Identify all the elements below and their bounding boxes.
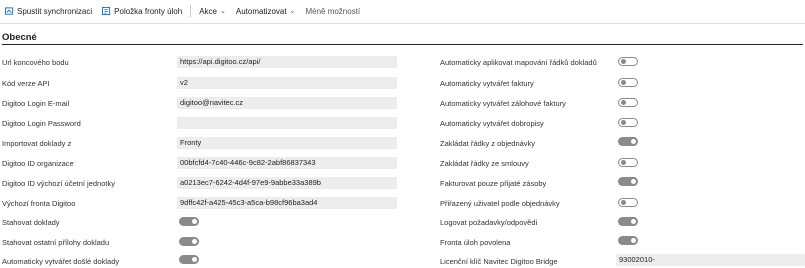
automate-menu[interactable]: Automatizovat ⌄ (231, 0, 301, 22)
assigned-user-by-order-toggle[interactable] (618, 198, 638, 207)
action-bar: Spustit synchronizaci Položka fronty úlo… (0, 0, 805, 22)
endpoint-url-label: Url koncového bodu (2, 58, 69, 67)
auto-create-docs-label: Automaticky vytvářet došlé doklady (2, 257, 120, 266)
toggle-knob (621, 59, 626, 64)
organization-id-field[interactable]: 00bfcfd4-7c40-446c-9c82-2abf86837343 (177, 157, 397, 169)
fewer-options-button[interactable]: Méně možností (300, 0, 365, 22)
toggle-knob (631, 179, 636, 184)
auto-create-docs-toggle[interactable] (179, 255, 199, 264)
license-key-field[interactable]: 93002010- (616, 254, 805, 266)
toggle-knob (621, 80, 626, 85)
toggle-knob (192, 239, 197, 244)
login-password-field[interactable] (177, 117, 397, 129)
toggle-knob (621, 200, 626, 205)
automate-menu-label: Automatizovat (235, 6, 287, 16)
lines-from-contract-toggle[interactable] (618, 158, 638, 167)
chevron-down-icon: ⌄ (220, 8, 226, 15)
download-documents-toggle[interactable] (179, 217, 199, 226)
api-version-label: Kód verze API (2, 79, 50, 88)
chevron-down-icon: ⌄ (289, 8, 296, 15)
toggle-knob (621, 120, 626, 125)
auto-create-advance-toggle[interactable] (618, 98, 638, 107)
actions-menu-label: Akce (199, 6, 217, 16)
auto-apply-mapping-label: Automaticky aplikovat mapování řádků dok… (440, 58, 597, 67)
auto-apply-mapping-toggle[interactable] (618, 57, 638, 66)
auto-create-invoices-label: Automaticky vytvářet faktury (440, 79, 534, 88)
lines-from-order-toggle[interactable] (618, 137, 638, 146)
toggle-knob (192, 219, 197, 224)
toolbar-divider (190, 5, 192, 17)
job-queue-entry-label: Položka fronty úloh (114, 6, 183, 16)
lines-from-contract-label: Zakládat řádky ze smlouvy (440, 159, 529, 168)
start-sync-button[interactable]: Spustit synchronizaci (0, 0, 97, 22)
log-requests-toggle[interactable] (618, 217, 638, 226)
endpoint-url-field[interactable]: https://api.digitoo.cz/api/ (177, 56, 397, 68)
default-accounting-unit-field[interactable]: a0213ec7-6242-4d4f-97e9-9abbe33a389b (177, 177, 397, 189)
auto-create-advance-label: Automaticky vytvářet zálohové faktury (440, 99, 566, 108)
download-attachments-toggle[interactable] (179, 237, 199, 246)
import-from-label: Importovat doklady z (2, 139, 72, 148)
login-email-field[interactable]: digitoo@navitec.cz (177, 97, 397, 109)
invoice-received-stock-label: Fakturovat pouze přijaté zásoby (440, 179, 547, 188)
toggle-knob (621, 100, 626, 105)
login-email-label: Digitoo Login E-mail (2, 99, 70, 108)
log-requests-label: Logovat požadavky/odpovědi (440, 218, 538, 227)
actions-menu[interactable]: Akce ⌄ (194, 0, 231, 22)
assigned-user-by-order-label: Přiřazený uživatel podle objednávky (440, 199, 560, 208)
sync-icon (5, 6, 14, 15)
auto-create-invoices-toggle[interactable] (618, 78, 638, 87)
toggle-knob (631, 139, 636, 144)
license-key-label: Licenční klíč Navitec Digitoo Bridge (440, 257, 558, 266)
toggle-knob (192, 257, 197, 262)
section-title[interactable]: Obecné (2, 32, 37, 43)
job-queue-enabled-toggle[interactable] (618, 236, 638, 245)
toggle-knob (631, 219, 636, 224)
job-queue-icon (102, 6, 111, 15)
default-accounting-unit-label: Digitoo ID výchozí účetní jednotky (2, 179, 115, 188)
lines-from-order-label: Zakládat řádky z objednávky (440, 139, 536, 148)
organization-id-label: Digitoo ID organizace (2, 159, 74, 168)
job-queue-enabled-label: Fronta úloh povolena (440, 238, 511, 247)
download-documents-label: Stahovat doklady (2, 218, 60, 227)
invoice-received-stock-toggle[interactable] (618, 177, 638, 186)
toggle-knob (621, 160, 626, 165)
import-from-select[interactable]: Fronty (177, 137, 397, 149)
job-queue-entry-button[interactable]: Položka fronty úloh (97, 0, 187, 22)
download-attachments-label: Stahovat ostatní přílohy dokladu (2, 238, 110, 247)
fewer-options-label: Méně možností (305, 6, 361, 16)
default-queue-field[interactable]: 9dffc42f-a425-45c3-a5ca-b98cf96ba3ad4 (177, 197, 397, 209)
section-underline (2, 44, 803, 45)
toolbar-divider-line (0, 23, 805, 24)
api-version-field[interactable]: v2 (177, 77, 397, 89)
default-queue-label: Výchozí fronta Digitoo (2, 199, 76, 208)
auto-create-credit-notes-label: Automaticky vytvářet dobropisy (440, 119, 544, 128)
toggle-knob (631, 238, 636, 243)
login-password-label: Digitoo Login Password (2, 119, 81, 128)
auto-create-credit-notes-toggle[interactable] (618, 118, 638, 127)
start-sync-label: Spustit synchronizaci (17, 6, 93, 16)
